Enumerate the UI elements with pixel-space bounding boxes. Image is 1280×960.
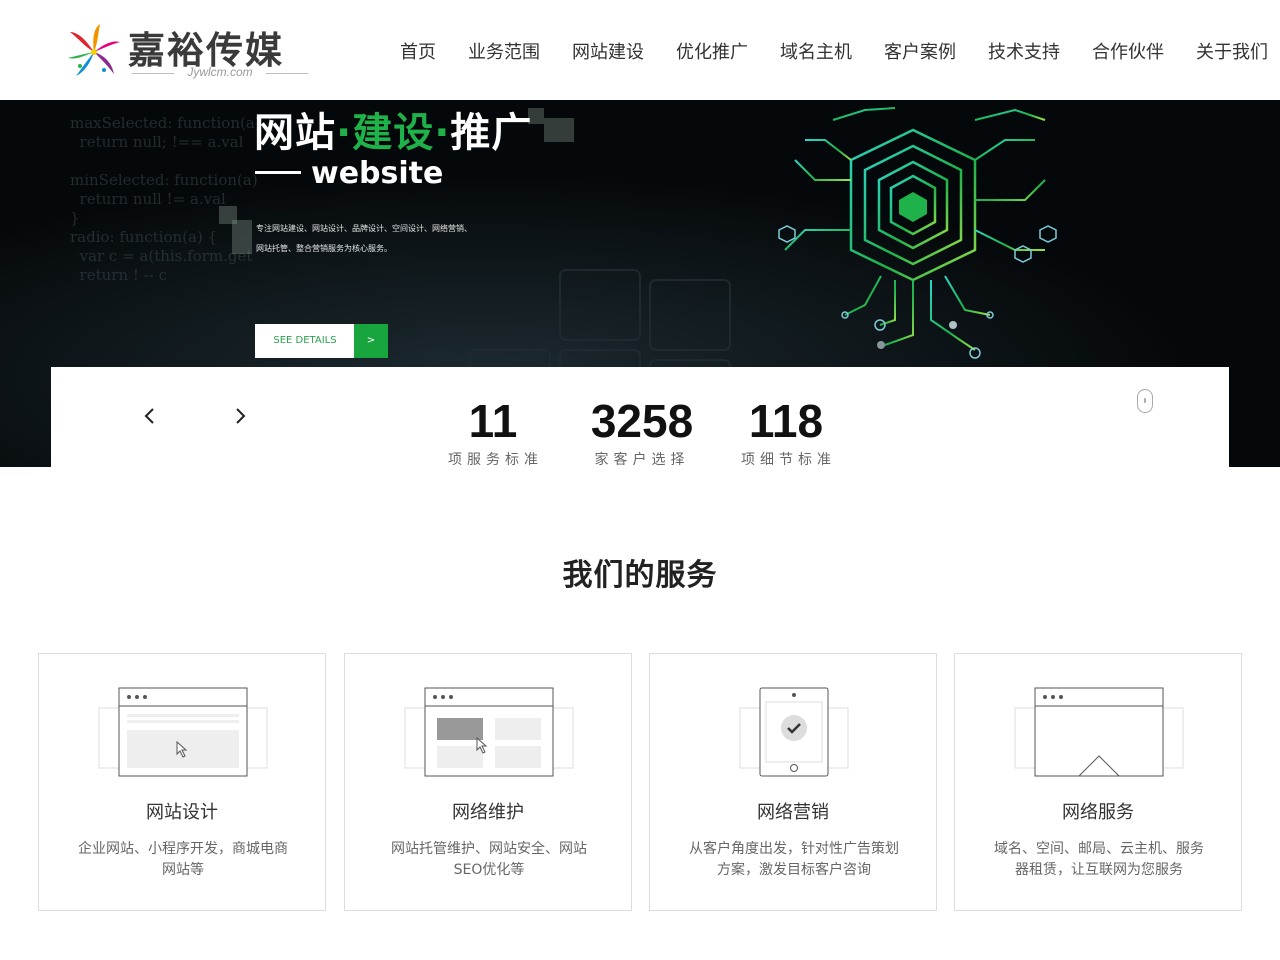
banner-title-part-accent: 建设 (352, 110, 435, 156)
banner-desc-line: 专注网站建设、网站设计、品牌设计、空间设计、网络营销、 (256, 224, 472, 233)
stats-panel: 11 项服务标准 3258 家客户选择 118 项细节标准 (51, 367, 1229, 469)
banner-title-part: 推广 (450, 110, 533, 156)
nav-item-website-build[interactable]: 网站建设 (556, 41, 660, 65)
tablet-check-icon (739, 687, 849, 777)
service-card-desc: 企业网站、小程序开发，商城电商网站等 (78, 841, 288, 878)
nav-item-partners[interactable]: 合作伙伴 (1076, 41, 1180, 65)
service-card-title: 网站设计 (146, 802, 218, 823)
browser-window-icon (1014, 687, 1184, 777)
banner-desc-line: 网站托管、整合营销服务为核心服务。 (256, 244, 392, 253)
deco-square (544, 118, 574, 142)
circuit-chip-icon (778, 107, 1057, 359)
nav-item-business[interactable]: 业务范围 (452, 41, 556, 65)
service-card-desc: 从客户角度出发，针对性广告策划方案，激发目标客户咨询 (689, 841, 899, 878)
nav-item-cases[interactable]: 客户案例 (868, 41, 972, 65)
mouse-scroll-icon[interactable] (1137, 389, 1153, 413)
banner-title-dot: · (434, 110, 451, 156)
stat-item: 118 项细节标准 (741, 395, 831, 469)
banner-title-part: 网站 (254, 110, 336, 156)
nav-item-seo[interactable]: 优化推广 (660, 41, 764, 65)
browser-window-icon (404, 687, 574, 777)
nav-item-support[interactable]: 技术支持 (972, 41, 1076, 65)
stat-value: 11 (468, 395, 518, 447)
stat-item: 11 项服务标准 (448, 395, 538, 469)
stat-item: 3258 家客户选择 (587, 395, 697, 469)
site-header: 嘉裕传媒 Jywlcm.com 首页 业务范围 网站建设 优化推广 域名主机 客… (0, 0, 1280, 100)
service-card-web-design[interactable]: 网站设计 企业网站、小程序开发，商城电商网站等 (38, 653, 326, 911)
stat-value: 3258 (590, 395, 694, 447)
see-details-arrow-button[interactable]: > (354, 324, 388, 358)
stat-value: 118 (748, 395, 824, 447)
service-card-title: 网络营销 (757, 802, 829, 823)
service-card-network[interactable]: 网络服务 域名、空间、邮局、云主机、服务器租赁，让互联网为您服务 (954, 653, 1242, 911)
stat-label: 家客户选择 (594, 452, 690, 468)
browser-window-icon (98, 687, 268, 777)
service-card-maintenance[interactable]: 网络维护 网站托管维护、网站安全、网站SEO优化等 (344, 653, 632, 911)
see-details-button[interactable]: SEE DETAILS (255, 324, 355, 358)
banner-subtitle: website (255, 156, 443, 191)
services-title: 我们的服务 (562, 558, 718, 593)
nav-item-about[interactable]: 关于我们 (1180, 41, 1280, 65)
services-cards: 网站设计 企业网站、小程序开发，商城电商网站等 网络维护 网站托管维护、网站安全… (38, 653, 1242, 911)
logo[interactable]: 嘉裕传媒 Jywlcm.com (66, 18, 316, 82)
deco-square (232, 220, 252, 254)
service-card-title: 网络服务 (1062, 802, 1134, 823)
service-card-marketing[interactable]: 网络营销 从客户角度出发，针对性广告策划方案，激发目标客户咨询 (649, 653, 937, 911)
logo-pinwheel-icon (68, 24, 120, 76)
logo-domain: Jywlcm.com (132, 65, 308, 79)
banner-title-dot: · (336, 110, 353, 156)
nav-item-home[interactable]: 首页 (384, 41, 452, 65)
main-nav: 首页 业务范围 网站建设 优化推广 域名主机 客户案例 技术支持 合作伙伴 关于… (384, 41, 1280, 65)
chevron-right-icon[interactable] (233, 407, 247, 425)
banner-title: 网站·建设·推广 (254, 100, 532, 158)
service-card-desc: 域名、空间、邮局、云主机、服务器租赁，让互联网为您服务 (994, 841, 1204, 878)
nav-item-domain-hosting[interactable]: 域名主机 (764, 41, 868, 65)
stat-label: 项细节标准 (741, 452, 836, 468)
chevron-left-icon[interactable] (143, 407, 157, 425)
service-card-desc: 网站托管维护、网站安全、网站SEO优化等 (391, 841, 587, 878)
banner-description: 专注网站建设、网站设计、品牌设计、空间设计、网络营销、 网站托管、整合营销服务为… (256, 219, 496, 259)
service-card-title: 网络维护 (452, 802, 524, 823)
code-background-text: maxSelected: function(a) { return null; … (70, 114, 275, 284)
stat-label: 项服务标准 (448, 452, 543, 468)
